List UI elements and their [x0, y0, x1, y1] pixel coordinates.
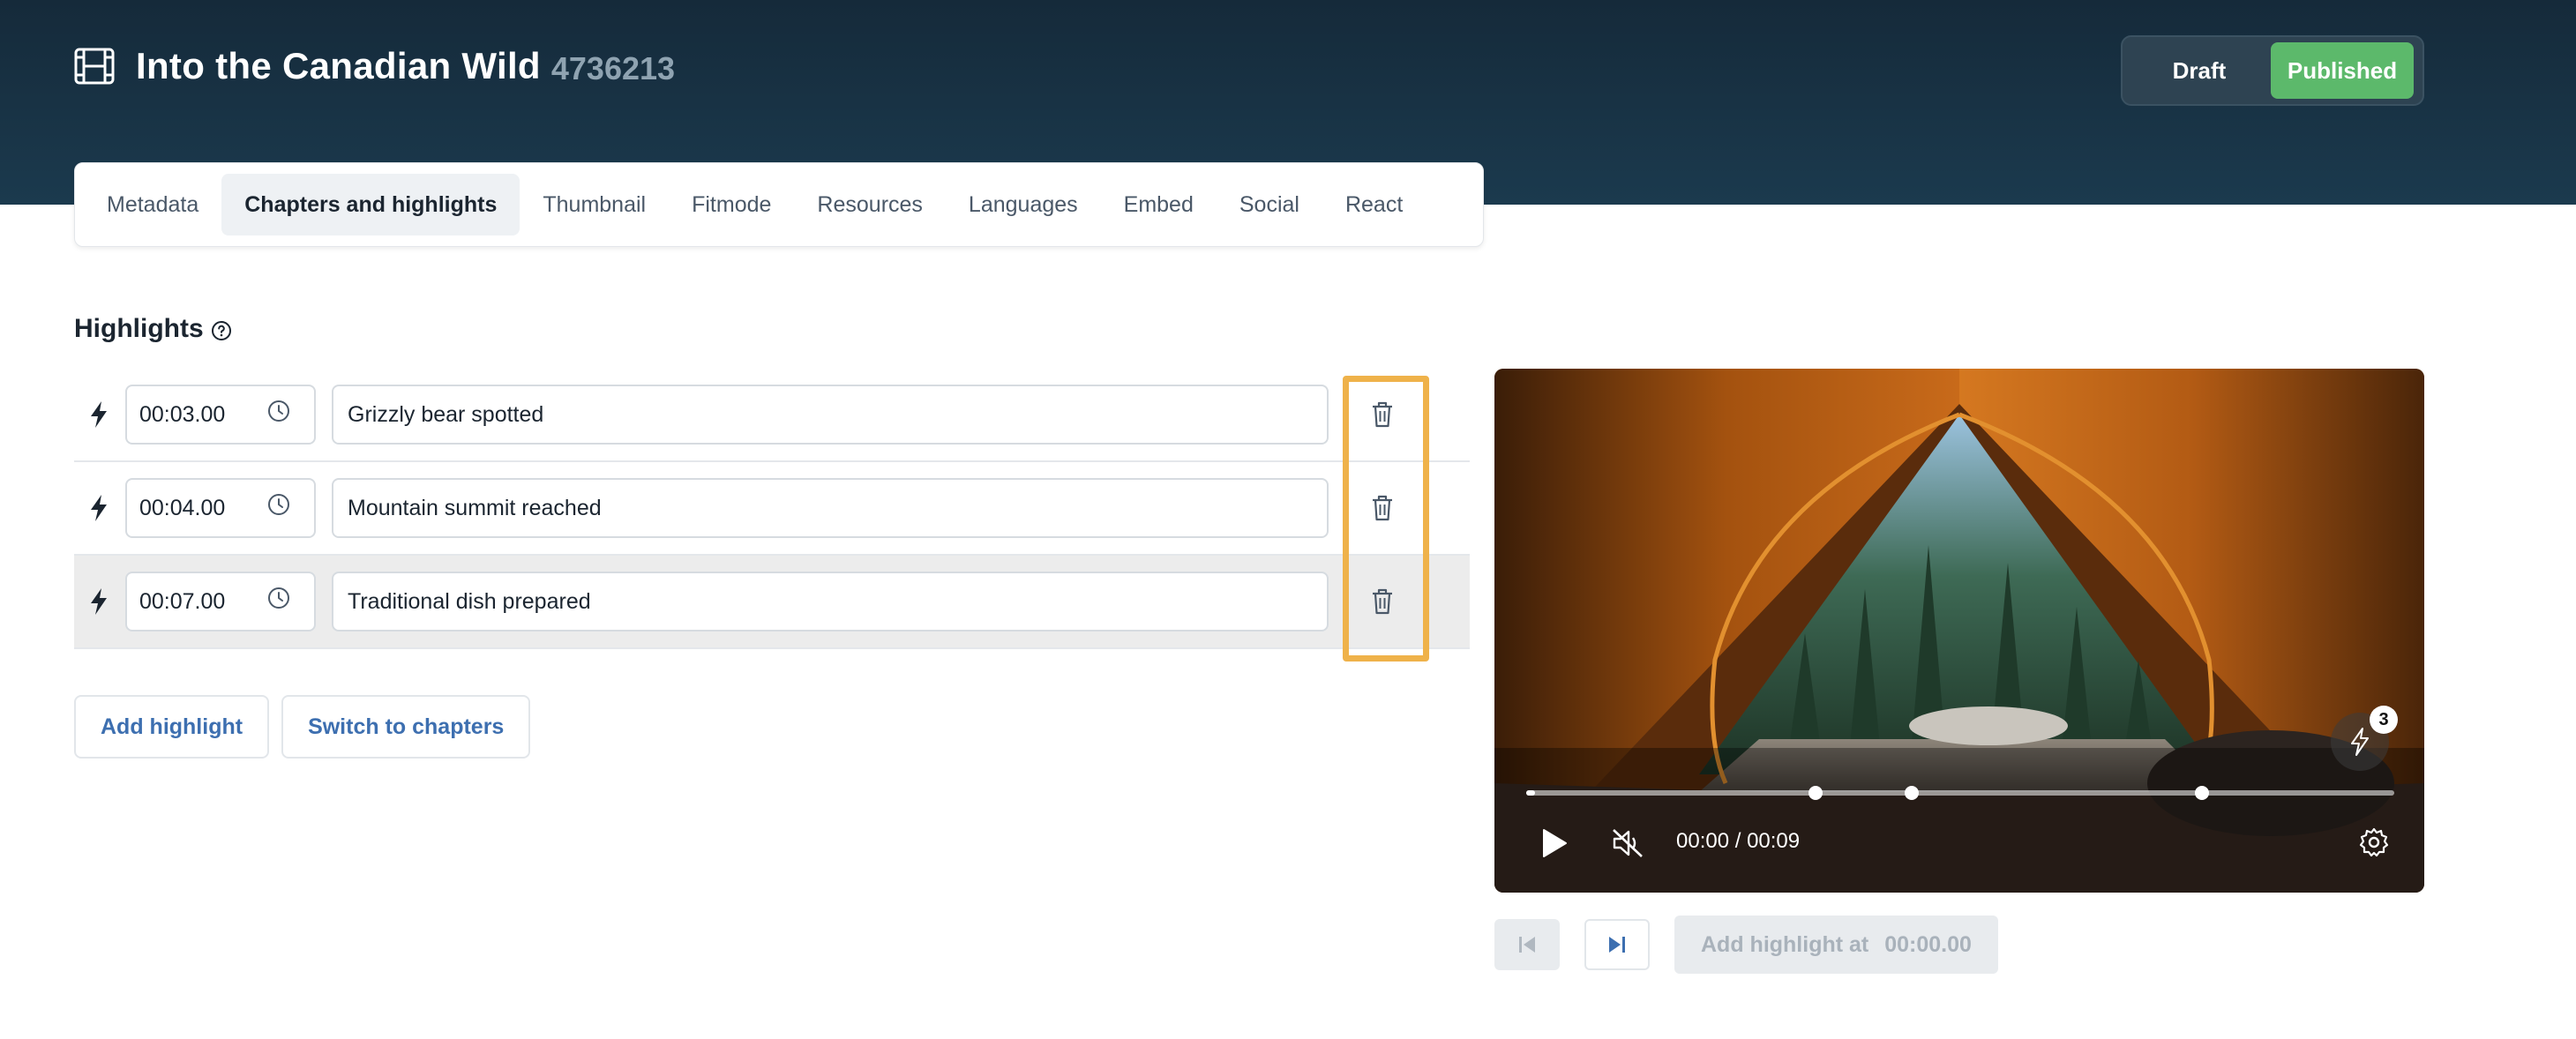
clock-icon[interactable] [266, 399, 291, 423]
highlights-title: Highlights [74, 314, 204, 343]
time-display: 00:00 / 00:09 [1676, 829, 1801, 853]
highlight-title-input[interactable]: Traditional dish prepared [332, 572, 1329, 632]
tab-resources[interactable]: Resources [794, 174, 946, 235]
title-row: Into the Canadian Wild 4736213 [74, 41, 675, 92]
film-icon [74, 48, 115, 85]
tab-social[interactable]: Social [1217, 174, 1322, 235]
highlight-row[interactable]: 00:07.00 Traditional dish prepared [74, 556, 1470, 649]
highlights-list: 00:03.00 Grizzly bear spotted 00:04.00 M… [74, 369, 1470, 649]
next-highlight-button[interactable] [1584, 919, 1650, 970]
status-toggle: Draft Published [2121, 35, 2424, 106]
bolt-icon [91, 495, 107, 521]
mute-icon[interactable] [1611, 827, 1644, 859]
highlight-row[interactable]: 00:04.00 Mountain summit reached [74, 462, 1470, 556]
play-icon[interactable] [1540, 827, 1569, 859]
highlight-title-input[interactable]: Mountain summit reached [332, 478, 1329, 538]
highlight-title-input[interactable]: Grizzly bear spotted [332, 385, 1329, 445]
tab-bar: Metadata Chapters and highlights Thumbna… [74, 162, 1484, 247]
highlight-count-badge: 3 [2370, 706, 2398, 734]
video-frame [1494, 369, 2424, 893]
progress-bar[interactable] [1526, 786, 2394, 800]
tab-languages[interactable]: Languages [946, 174, 1101, 235]
add-highlight-button[interactable]: Add highlight [74, 695, 270, 759]
status-published-button[interactable]: Published [2271, 42, 2414, 99]
previous-highlight-button[interactable] [1494, 919, 1560, 970]
highlight-time-value: 00:03.00 [139, 401, 226, 427]
delete-column-highlight [1343, 376, 1429, 662]
bolt-icon [91, 588, 107, 615]
tab-chapters-and-highlights[interactable]: Chapters and highlights [221, 174, 520, 235]
highlight-actions: Add highlight Switch to chapters [74, 695, 543, 759]
switch-to-chapters-button[interactable]: Switch to chapters [281, 695, 531, 759]
highlight-time-input[interactable]: 00:07.00 [125, 572, 316, 632]
highlight-time-input[interactable]: 00:03.00 [125, 385, 316, 445]
highlight-row[interactable]: 00:03.00 Grizzly bear spotted [74, 369, 1470, 462]
player-actions: Add highlight at 00:00.00 [1494, 916, 1998, 974]
add-highlight-at-time: 00:00.00 [1884, 931, 1972, 957]
progress-fill [1526, 790, 1535, 796]
bolt-icon [91, 401, 107, 428]
clock-icon[interactable] [266, 492, 291, 517]
skip-next-icon [1609, 937, 1625, 953]
tab-fitmode[interactable]: Fitmode [669, 174, 794, 235]
tab-thumbnail[interactable]: Thumbnail [520, 174, 669, 235]
video-id: 4736213 [550, 50, 676, 86]
status-draft-button[interactable]: Draft [2128, 42, 2271, 99]
highlight-marker[interactable] [2194, 786, 2209, 800]
skip-previous-icon [1519, 937, 1535, 953]
bolt-icon [2351, 728, 2369, 756]
highlight-marker[interactable] [1808, 786, 1823, 800]
tab-react[interactable]: React [1322, 174, 1426, 235]
tab-embed[interactable]: Embed [1101, 174, 1217, 235]
highlight-marker[interactable] [1904, 786, 1919, 800]
help-circle-icon[interactable] [211, 320, 232, 341]
tab-metadata[interactable]: Metadata [84, 174, 221, 235]
highlight-time-value: 00:07.00 [139, 588, 226, 614]
gear-icon[interactable] [2359, 827, 2389, 857]
video-player[interactable]: 3 00:00 / 00:09 [1494, 369, 2424, 893]
highlight-time-input[interactable]: 00:04.00 [125, 478, 316, 538]
add-highlight-at-label: Add highlight at [1701, 931, 1869, 957]
add-highlight-at-button[interactable]: Add highlight at 00:00.00 [1674, 916, 1998, 974]
clock-icon[interactable] [266, 586, 291, 610]
highlights-heading: Highlights [74, 314, 232, 344]
page-title: Into the Canadian Wild [136, 45, 541, 86]
highlight-time-value: 00:04.00 [139, 495, 226, 520]
